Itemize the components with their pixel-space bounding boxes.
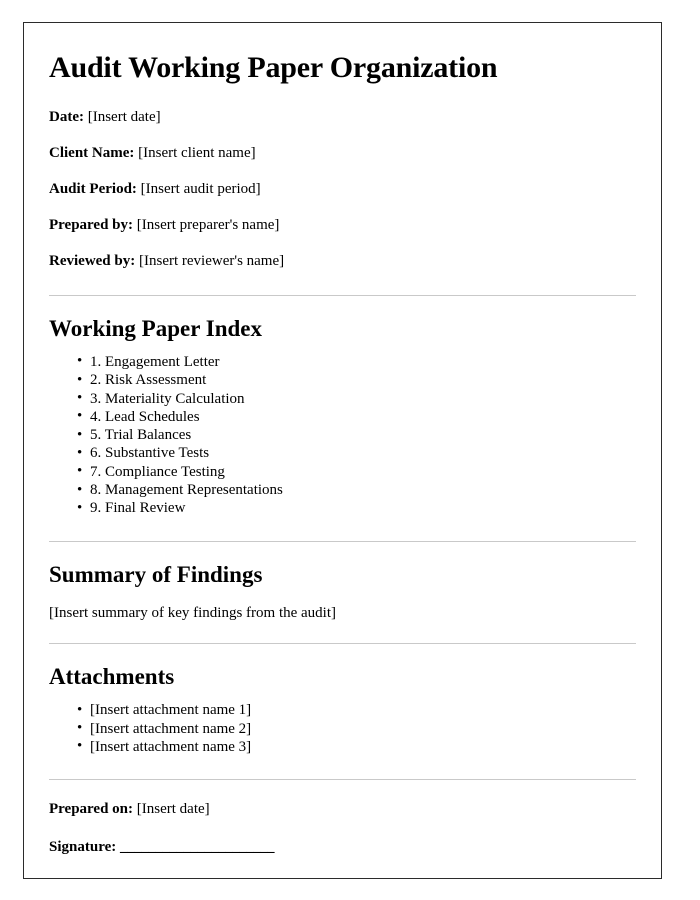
section-heading-working-paper-index: Working Paper Index (49, 315, 262, 341)
list-item: 9. Final Review (77, 499, 636, 518)
summary-of-findings-body: [Insert summary of key findings from the… (49, 605, 337, 622)
header-field-prepared-by: Prepared by: [Insert preparer's name] (49, 216, 636, 234)
header-field-date: Date: [Insert date] (49, 108, 636, 126)
list-item: 8. Management Representations (77, 481, 636, 500)
header-field-date-value: [Insert date] (87, 108, 161, 125)
list-item: 4. Lead Schedules (77, 407, 636, 426)
footer-prepared-on-value: [Insert date] (136, 801, 210, 818)
section-divider-3 (49, 642, 636, 644)
footer-prepared-on-label: Prepared on: (49, 801, 134, 818)
list-item: 6. Substantive Tests (77, 444, 636, 463)
header-field-reviewed-by: Reviewed by: [Insert reviewer's name] (49, 252, 636, 270)
signature-line: ______________________ (119, 839, 275, 856)
section-divider-1 (49, 294, 636, 296)
document-body: Audit Working Paper Organization Date: [… (24, 23, 661, 856)
header-field-audit-period: Audit Period: [Insert audit period] (49, 180, 636, 198)
section-divider-4 (49, 779, 636, 781)
list-item: 7. Compliance Testing (77, 462, 636, 481)
list-item: [Insert attachment name 2] (77, 719, 636, 738)
document-page: Audit Working Paper Organization Date: [… (23, 22, 662, 879)
header-field-client-name-label: Client Name: (49, 144, 135, 161)
list-item: [Insert attachment name 1] (77, 701, 636, 720)
list-item: 5. Trial Balances (77, 426, 636, 445)
list-item: [Insert attachment name 3] (77, 737, 636, 756)
footer-signature-label: Signature: (49, 839, 117, 856)
header-field-client-name: Client Name: [Insert client name] (49, 144, 636, 162)
working-paper-index-list: 1. Engagement Letter 2. Risk Assessment … (49, 352, 636, 518)
header-field-audit-period-label: Audit Period: (49, 180, 137, 197)
header-field-prepared-by-value: [Insert preparer's name] (136, 216, 280, 233)
header-field-client-name-value: [Insert client name] (138, 144, 256, 161)
list-item: 3. Materiality Calculation (77, 389, 636, 408)
header-field-audit-period-value: [Insert audit period] (140, 180, 261, 197)
footer-prepared-on: Prepared on: [Insert date] (49, 800, 636, 818)
header-field-reviewed-by-value: [Insert reviewer's name] (139, 252, 285, 269)
header-field-prepared-by-label: Prepared by: (49, 216, 134, 233)
list-item: 2. Risk Assessment (77, 371, 636, 390)
section-divider-2 (49, 540, 636, 542)
attachments-list: [Insert attachment name 1] [Insert attac… (49, 701, 636, 756)
section-heading-summary-of-findings: Summary of Findings (49, 561, 263, 587)
header-field-reviewed-by-label: Reviewed by: (49, 252, 136, 269)
footer-signature: Signature: ______________________ (49, 838, 636, 856)
page-title: Audit Working Paper Organization (49, 51, 498, 84)
list-item: 1. Engagement Letter (77, 352, 636, 371)
section-heading-attachments: Attachments (49, 663, 175, 689)
header-field-date-label: Date: (49, 108, 84, 125)
header-fields: Date: [Insert date] Client Name: [Insert… (49, 108, 636, 270)
